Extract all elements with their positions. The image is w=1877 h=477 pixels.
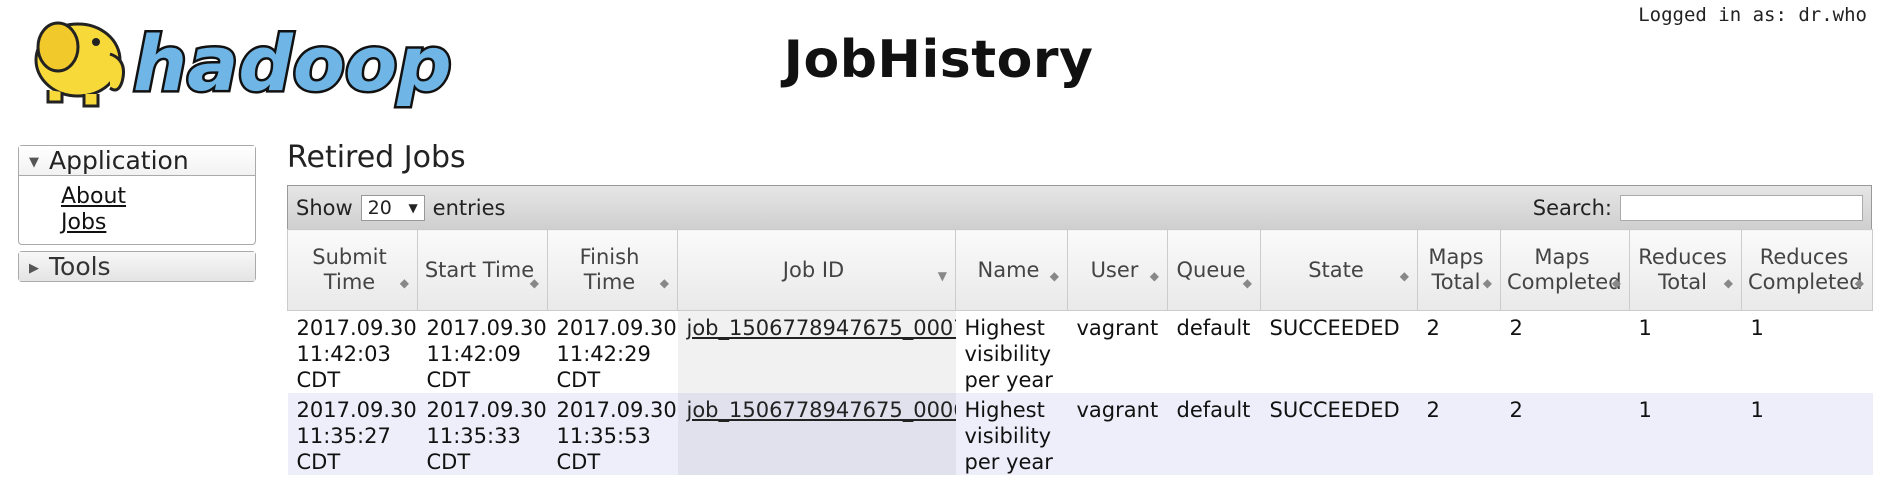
col-finish-time[interactable]: Finish Time ◆ [547, 229, 678, 311]
tools-label: Tools [49, 252, 111, 281]
submit-time-cell: 2017.09.30 11:35:27 CDT [287, 393, 418, 475]
start-time-cell: 2017.09.30 11:42:09 CDT [417, 310, 548, 393]
col-job-id[interactable]: Job ID ▼ [677, 229, 956, 311]
col-start-time[interactable]: Start Time ◆ [417, 229, 548, 311]
application-label: Application [49, 146, 189, 175]
search-label: Search: [1532, 195, 1612, 220]
application-panel: ▼ Application About Jobs [18, 145, 256, 245]
sort-icon: ◆ [1611, 276, 1621, 290]
maps-total-cell: 2 [1417, 393, 1501, 475]
page-size-select[interactable]: 20 ▼ [360, 194, 425, 221]
sort-icon: ◆ [529, 276, 539, 290]
user-cell: vagrant [1067, 393, 1168, 475]
name-cell: Highest visibility per year [955, 393, 1068, 475]
reduces-total-cell: 1 [1629, 393, 1742, 475]
user-cell: vagrant [1067, 310, 1168, 393]
header-row: Submit Time ◆ Start Time ◆ Finish Time ◆ Jo… [287, 229, 1873, 311]
sort-icon: ◆ [1149, 269, 1159, 283]
sort-icon: ◆ [1854, 276, 1864, 290]
jobs-table: Submit Time ◆ Start Time ◆ Finish Time ◆ Jo… [287, 229, 1873, 475]
queue-cell: default [1167, 393, 1261, 475]
sort-icon: ◆ [1242, 276, 1252, 290]
name-cell: Highest visibility per year [955, 310, 1068, 393]
tools-toggle[interactable]: ▶ Tools [19, 252, 255, 281]
col-reduces-completed[interactable]: Reduces Completed ◆ [1741, 229, 1873, 311]
sort-icon: ◆ [659, 276, 669, 290]
dropdown-arrow-icon: ▼ [408, 200, 418, 215]
sort-icon: ◆ [1049, 269, 1059, 283]
reduces-completed-cell: 1 [1741, 310, 1873, 393]
page-size-value: 20 [367, 196, 392, 219]
table-row: 2017.09.30 11:42:03 CDT 2017.09.30 11:42… [287, 310, 1873, 393]
about-link[interactable]: About [61, 184, 255, 210]
col-submit-time[interactable]: Submit Time ◆ [287, 229, 418, 311]
reduces-completed-cell: 1 [1741, 393, 1873, 475]
application-links: About Jobs [19, 176, 255, 244]
login-status: Logged in as: dr.who [1638, 4, 1867, 26]
maps-total-cell: 2 [1417, 310, 1501, 393]
maps-completed-cell: 2 [1500, 393, 1630, 475]
sort-icon: ◆ [399, 276, 409, 290]
table-row: 2017.09.30 11:35:27 CDT 2017.09.30 11:35… [287, 393, 1873, 475]
sort-icon: ◆ [1482, 276, 1492, 290]
start-time-cell: 2017.09.30 11:35:33 CDT [417, 393, 548, 475]
col-queue[interactable]: Queue ◆ [1167, 229, 1261, 311]
job-id-link[interactable]: job_1506778947675_0006 [687, 398, 956, 422]
state-cell: SUCCEEDED [1260, 393, 1418, 475]
show-label: Show [296, 195, 353, 220]
tools-panel: ▶ Tools [18, 251, 256, 282]
triangle-down-icon: ▼ [29, 154, 39, 170]
search-input[interactable] [1620, 194, 1863, 221]
sort-icon: ◆ [1399, 269, 1409, 283]
col-user[interactable]: User ◆ [1067, 229, 1168, 311]
col-state[interactable]: State ◆ [1260, 229, 1418, 311]
sort-desc-icon: ▼ [937, 269, 947, 283]
submit-time-cell: 2017.09.30 11:42:03 CDT [287, 310, 418, 393]
sidebar: ▼ Application About Jobs ▶ Tools [18, 145, 256, 288]
col-maps-completed[interactable]: Maps Completed ◆ [1500, 229, 1630, 311]
state-cell: SUCCEEDED [1260, 310, 1418, 393]
application-toggle[interactable]: ▼ Application [19, 146, 255, 176]
table-toolbar: Show 20 ▼ entries Search: [287, 185, 1872, 229]
job-id-link[interactable]: job_1506778947675_0007 [687, 316, 956, 340]
col-maps-total[interactable]: Maps Total ◆ [1417, 229, 1501, 311]
queue-cell: default [1167, 310, 1261, 393]
page-title: JobHistory [783, 30, 1094, 90]
finish-time-cell: 2017.09.30 11:42:29 CDT [547, 310, 678, 393]
finish-time-cell: 2017.09.30 11:35:53 CDT [547, 393, 678, 475]
triangle-right-icon: ▶ [29, 260, 39, 276]
col-name[interactable]: Name ◆ [955, 229, 1068, 311]
main-content: Retired Jobs Show 20 ▼ entries Search: S… [287, 140, 1873, 475]
section-title: Retired Jobs [287, 140, 466, 175]
job-id-cell: job_1506778947675_0007 [677, 310, 956, 393]
entries-label: entries [432, 195, 506, 220]
sort-icon: ◆ [1723, 276, 1733, 290]
maps-completed-cell: 2 [1500, 310, 1630, 393]
job-id-cell: job_1506778947675_0006 [677, 393, 956, 475]
search-box: Search: [1532, 194, 1863, 221]
jobs-link[interactable]: Jobs [61, 210, 255, 236]
col-reduces-total[interactable]: Reduces Total ◆ [1629, 229, 1742, 311]
reduces-total-cell: 1 [1629, 310, 1742, 393]
